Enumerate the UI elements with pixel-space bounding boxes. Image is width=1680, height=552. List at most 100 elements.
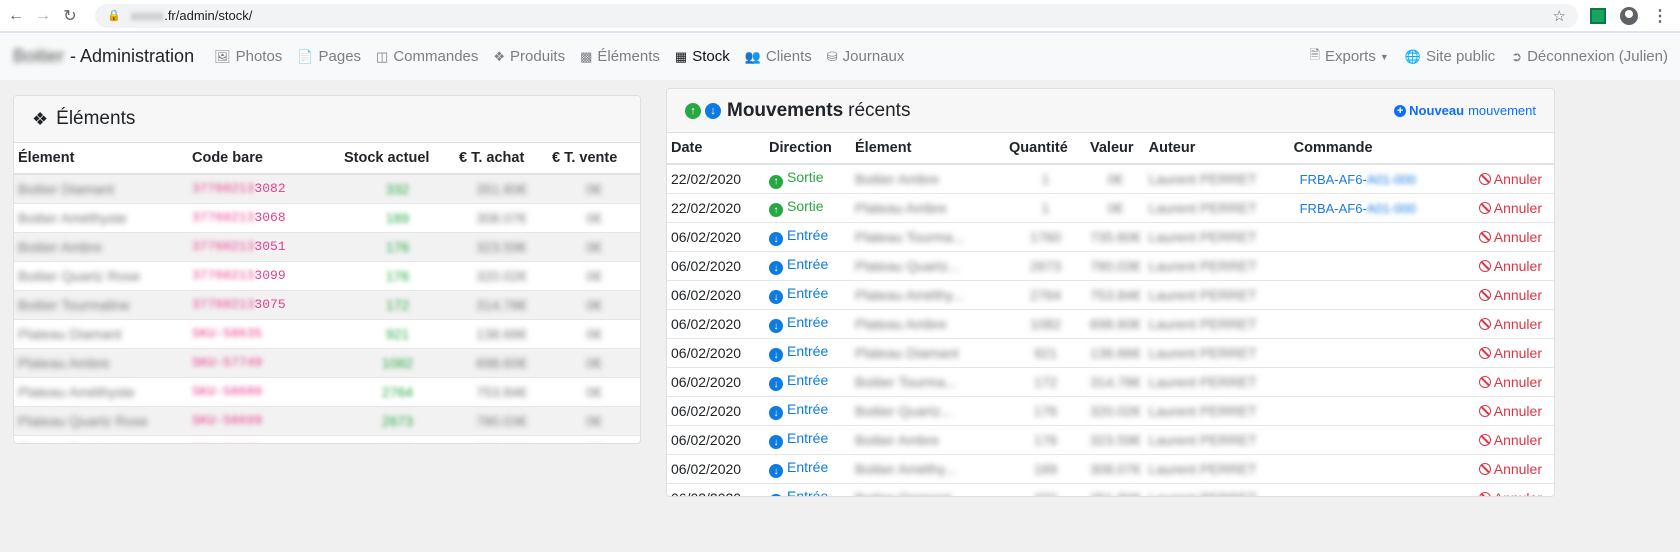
arrow-down-circle-icon: ↓ [769, 493, 783, 496]
movement-auteur: Laurent PERRET [1144, 482, 1290, 496]
nav-clients[interactable]: 👥 Clients [745, 48, 812, 65]
movement-valeur: 308.07€ [1086, 453, 1145, 483]
movement-date: 06/02/2020 [667, 250, 765, 280]
barcode-prefix: SKU-58621 [192, 442, 262, 443]
annuler-button[interactable]: Annuler [1419, 221, 1554, 251]
prix-vente: 0€ [548, 289, 640, 319]
database-icon: ⛁ [826, 48, 838, 64]
barcode-prefix: 37760213 [192, 297, 255, 312]
table-header-row: Date Direction Élement Quantité Valeur A… [667, 133, 1554, 165]
ban-icon [1478, 288, 1491, 301]
movement-valeur: 735.60€ [1086, 221, 1145, 251]
movement-direction: ↓ Entrée [765, 395, 851, 425]
annuler-button[interactable]: Annuler [1419, 453, 1554, 483]
movement-quantite: 176 [1005, 424, 1086, 454]
commande-link[interactable]: FRBA-AF6-A01-000 [1294, 172, 1416, 187]
movement-date: 22/02/2020 [667, 163, 765, 193]
nav-commandes[interactable]: ◫ Commandes [376, 48, 478, 65]
plus-circle-icon: + [1394, 104, 1407, 117]
movement-commande [1289, 482, 1420, 496]
arrow-down-circle-icon: ↓ [769, 348, 783, 363]
navbar-right: 🗎 Exports ▼ 🌐 Site public ➲ Déconnexion (Jul… [1294, 46, 1680, 68]
annuler-button[interactable]: Annuler [1419, 250, 1554, 280]
address-bar[interactable]: 🔒 xxxxx .fr/admin/stock/ ☆ [95, 3, 1578, 28]
element-name: Plateau Améthyste [14, 376, 188, 406]
table-header-row: Élement Code bare Stock actuel € T. acha… [14, 143, 640, 175]
movement-commande [1289, 250, 1420, 280]
logout-link[interactable]: ➲ Déconnexion (Julien) [1511, 48, 1668, 65]
bookmark-star-icon[interactable]: ☆ [1553, 7, 1566, 25]
ban-icon [1478, 259, 1491, 272]
prix-vente: 0€ [548, 260, 640, 290]
annuler-button[interactable]: Annuler [1419, 482, 1554, 496]
browser-menu-icon[interactable]: ⋮ [1652, 6, 1668, 26]
movement-valeur: 0€ [1086, 163, 1145, 193]
commande-suffix: A01-000 [1366, 200, 1416, 216]
elements-card-title: Éléments [56, 108, 136, 129]
movement-direction: ↓ Entrée [765, 337, 851, 367]
ban-icon [1478, 201, 1491, 214]
annuler-button[interactable]: Annuler [1419, 366, 1554, 396]
annuler-button[interactable]: Annuler [1419, 424, 1554, 454]
stock-actuel: 1082 [340, 347, 455, 377]
new-mouvement-rest: mouvement [1468, 103, 1536, 118]
barcode-suffix: 3051 [254, 239, 286, 254]
reload-icon[interactable]: ↻ [59, 5, 81, 27]
nav-stock[interactable]: ▦ Stock [675, 48, 730, 65]
movement-direction: ↓ Entrée [765, 453, 851, 483]
movement-direction: ↑ Sortie [765, 192, 851, 222]
movement-commande [1289, 453, 1420, 483]
barcode-suffix: 3099 [254, 268, 286, 283]
col-element: Élement [851, 133, 1005, 165]
annuler-button[interactable]: Annuler [1419, 279, 1554, 309]
extension-icon[interactable] [1590, 7, 1606, 24]
col-quantite: Quantité [1005, 133, 1086, 165]
exports-dropdown[interactable]: 🗎 Exports ▼ [1310, 46, 1389, 68]
site-public-link[interactable]: 🌐 Site public [1405, 48, 1495, 65]
mouvements-card-header: ↑ ↓ Mouvements récents + Nouveau mouveme… [667, 89, 1554, 133]
table-row: Boitier Diamant 377602133082 332 351.80€ 0€ [14, 173, 640, 203]
profile-avatar-icon[interactable] [1620, 6, 1638, 25]
annuler-button[interactable]: Annuler [1419, 337, 1554, 367]
movement-date: 06/02/2020 [667, 221, 765, 251]
element-name: Boitier Tourmaline [14, 289, 188, 319]
nav-photos[interactable]: 🖼 Photos [214, 48, 282, 65]
annuler-label: Annuler [1493, 286, 1542, 303]
prix-achat: 698.60€ [455, 347, 548, 377]
movement-date: 06/02/2020 [667, 395, 765, 425]
barcode-prefix: 37760213 [192, 210, 255, 225]
arrow-down-circle-icon: ↓ [769, 435, 783, 450]
stock-actuel: 172 [340, 289, 455, 319]
nav-pages[interactable]: 📄 Pages [297, 48, 361, 65]
movement-quantite: 1760 [1005, 221, 1086, 251]
table-row: Plateau Ambre SKU-57749 1082 698.60€ 0€ [14, 347, 640, 377]
nav-journaux[interactable]: ⛁ Journaux [827, 48, 905, 65]
barcode-prefix: SKU-58699 [192, 413, 263, 428]
annuler-button[interactable]: Annuler [1419, 395, 1554, 425]
arrow-down-circle-icon: ↓ [769, 232, 783, 247]
url-path: .fr/admin/stock/ [164, 8, 253, 23]
forward-arrow-icon[interactable]: → [32, 5, 54, 27]
annuler-button[interactable]: Annuler [1419, 163, 1554, 193]
commande-link[interactable]: FRBA-AF6-A01-000 [1294, 201, 1416, 216]
arrow-up-circle-icon: ↑ [769, 203, 783, 218]
movement-date: 06/02/2020 [667, 424, 765, 454]
puzzle-icon: ▩ [580, 48, 593, 64]
nav-produits[interactable]: ❖ Produits [493, 48, 565, 65]
movement-direction: ↓ Entrée [765, 250, 851, 280]
annuler-label: Annuler [1493, 344, 1542, 361]
new-mouvement-button[interactable]: + Nouveau mouvement [1394, 103, 1536, 118]
direction-label: Entrée [787, 255, 829, 272]
movement-auteur: Laurent PERRET [1144, 163, 1290, 193]
navbar-brand[interactable]: Boitier - Administration [13, 46, 194, 67]
movement-commande [1289, 395, 1420, 425]
col-date: Date [667, 133, 765, 165]
nav-elements[interactable]: ▩ Éléments [580, 48, 660, 65]
movement-date: 06/02/2020 [667, 308, 765, 338]
element-name: Plateau Diamant [14, 318, 188, 348]
element-name-text: Boitier Ambre [18, 238, 103, 255]
annuler-button[interactable]: Annuler [1419, 308, 1554, 338]
direction-label: Entrée [787, 226, 829, 243]
back-arrow-icon[interactable]: ← [5, 5, 27, 27]
annuler-button[interactable]: Annuler [1419, 192, 1554, 222]
